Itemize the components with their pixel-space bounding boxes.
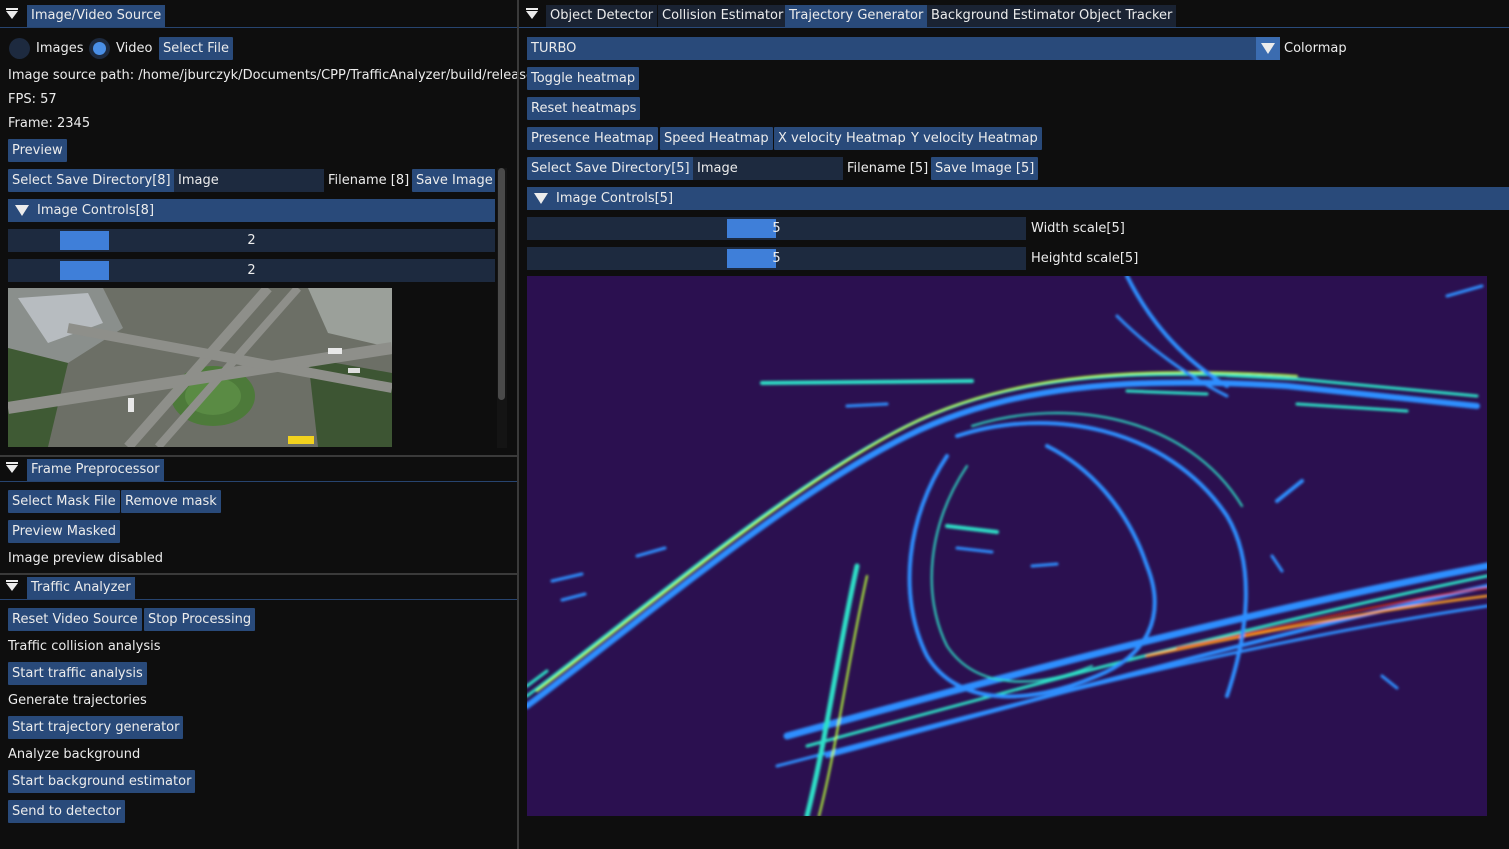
tab-object-tracker[interactable]: Object Tracker [1075, 5, 1177, 27]
colormap-label: Colormap [1284, 41, 1347, 56]
slider-value: 2 [247, 263, 256, 278]
height-scale-label: Heightd scale[5] [1031, 251, 1139, 266]
speed-heatmap-button[interactable]: Speed Heatmap [660, 127, 773, 150]
video-radio-label: Video [116, 41, 153, 56]
trajectories-label: Generate trajectories [8, 693, 147, 708]
y-velocity-heatmap-button[interactable]: Y velocity Heatmap [907, 127, 1042, 150]
colormap-select[interactable]: TURBO [527, 37, 1280, 60]
images-radio[interactable] [9, 38, 30, 59]
preprocessor-section-header[interactable]: Frame Preprocessor [0, 459, 517, 481]
source-section-header[interactable]: Image/Video Source [0, 5, 517, 27]
preview-status-text: Image preview disabled [8, 551, 163, 566]
send-to-detector-button[interactable]: Send to detector [8, 800, 125, 823]
save-image-clip: Save Image [8] [412, 169, 495, 192]
video-radio[interactable] [89, 38, 110, 59]
expand-arrow-icon [534, 193, 548, 204]
colormap-value: TURBO [531, 41, 577, 56]
height-scale-slider[interactable]: 5 [527, 247, 1026, 270]
combo-arrow-button[interactable] [1256, 37, 1280, 60]
start-traffic-analysis-button[interactable]: Start traffic analysis [8, 662, 147, 685]
collapse-bar-icon [526, 8, 538, 10]
section-divider [0, 455, 517, 457]
presence-heatmap-button[interactable]: Presence Heatmap [527, 127, 658, 150]
frame-text: Frame: 2345 [8, 116, 91, 131]
select-file-button[interactable]: Select File [159, 37, 233, 60]
start-background-estimator-button[interactable]: Start background estimator [8, 770, 196, 793]
image-controls-label: Image Controls[8] [37, 203, 155, 218]
chevron-down-icon [1261, 43, 1275, 54]
scrollbar-thumb[interactable] [498, 168, 505, 400]
collapse-arrow-icon[interactable] [6, 580, 18, 591]
select-mask-file-button[interactable]: Select Mask File [8, 490, 120, 513]
collision-label: Traffic collision analysis [8, 639, 161, 654]
source-path-text: Image source path: /home/jburczyk/Docume… [8, 68, 534, 83]
remove-mask-button[interactable]: Remove mask [121, 490, 221, 513]
slider-value: 2 [247, 233, 256, 248]
image-name-input[interactable]: Image [693, 157, 843, 180]
height-scale-slider[interactable]: 2 [8, 259, 495, 282]
start-trajectory-generator-button[interactable]: Start trajectory generator [8, 716, 184, 739]
analyzer-section-header[interactable]: Traffic Analyzer [0, 577, 517, 599]
tab-trajectory-generator[interactable]: Trajectory Generator [785, 5, 928, 27]
width-scale-label: Width scale[5] [1031, 221, 1125, 236]
tab-object-detector[interactable]: Object Detector [546, 5, 658, 27]
source-header-title[interactable]: Image/Video Source [27, 5, 166, 27]
stop-processing-button[interactable]: Stop Processing [144, 608, 256, 631]
trajectory-heatmap-image [527, 276, 1487, 816]
tab-background-estimator[interactable]: Background Estimator [927, 5, 1080, 27]
preview-masked-button[interactable]: Preview Masked [8, 520, 121, 543]
slider-value: 5 [772, 251, 781, 266]
collapse-arrow-icon[interactable] [6, 462, 18, 473]
select-save-directory-button[interactable]: Select Save Directory[5] [527, 157, 694, 180]
tab-underline [519, 27, 1509, 28]
panel-splitter[interactable] [517, 0, 519, 849]
fps-text: FPS: 57 [8, 92, 57, 107]
preview-button[interactable]: Preview [8, 139, 67, 162]
save-image-button[interactable]: Save Image [8] [412, 169, 495, 192]
aerial-preview-image [8, 288, 392, 447]
expand-arrow-icon [15, 205, 29, 216]
reset-heatmaps-button[interactable]: Reset heatmaps [527, 97, 641, 120]
analyzer-header-title[interactable]: Traffic Analyzer [27, 577, 135, 599]
width-scale-slider[interactable]: 2 [8, 229, 495, 252]
section-divider [0, 573, 517, 575]
divider [0, 27, 517, 28]
save-image-button[interactable]: Save Image [5] [931, 157, 1039, 180]
collapse-arrow-icon[interactable] [6, 8, 18, 19]
tab-collision-estimator[interactable]: Collision Estimator [658, 5, 788, 27]
filename-label: Filename [8] [328, 173, 410, 188]
divider [0, 599, 517, 600]
images-radio-label: Images [36, 41, 84, 56]
select-save-directory-button[interactable]: Select Save Directory[8] [8, 169, 175, 192]
image-controls-label: Image Controls[5] [556, 191, 674, 206]
background-label: Analyze background [8, 747, 141, 762]
width-scale-slider[interactable]: 5 [527, 217, 1026, 240]
toggle-heatmap-button[interactable]: Toggle heatmap [527, 67, 640, 90]
divider [0, 481, 517, 482]
image-name-input[interactable]: Image [174, 169, 324, 192]
filename-label: Filename [5] [847, 161, 929, 176]
image-controls-header[interactable]: Image Controls[5] [527, 187, 1509, 210]
x-velocity-heatmap-button[interactable]: X velocity Heatmap [774, 127, 910, 150]
image-controls-header[interactable]: Image Controls[8] [8, 199, 495, 222]
preprocessor-header-title[interactable]: Frame Preprocessor [27, 459, 164, 481]
collapse-arrow-icon[interactable] [526, 11, 538, 19]
slider-value: 5 [772, 221, 781, 236]
reset-video-source-button[interactable]: Reset Video Source [8, 608, 142, 631]
scrollbar-track[interactable] [497, 168, 507, 448]
